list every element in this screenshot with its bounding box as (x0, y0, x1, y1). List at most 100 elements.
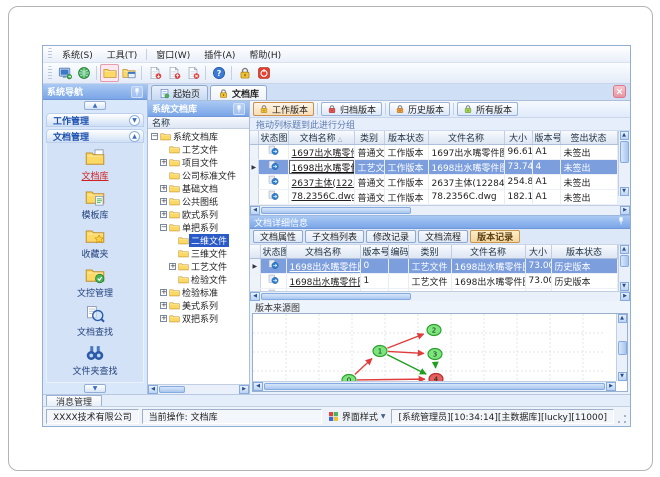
scroll-right-icon[interactable]: ▶ (620, 292, 630, 301)
scroll-down-icon[interactable]: ▼ (617, 372, 627, 381)
menu-item[interactable]: 系统(S) (55, 46, 100, 63)
message-manager-tab[interactable]: 消息管理 (46, 395, 103, 408)
cell-category[interactable]: 工艺文件 (354, 159, 385, 175)
cell-file[interactable]: 1698出水嘴零件图.dwg (428, 159, 505, 175)
version-filter-button[interactable]: 工作版本 (253, 102, 315, 116)
cell-size[interactable]: 73.74KB (504, 159, 533, 175)
column-header[interactable]: 文件名称 (451, 245, 526, 259)
tree-node[interactable]: + 工艺文件 (148, 260, 249, 273)
cell-version_state[interactable]: 工作版本 (384, 159, 429, 175)
expand-icon[interactable]: + (160, 198, 167, 205)
column-header[interactable]: 状态图 (260, 245, 287, 259)
tab-start-page[interactable]: 起始页 (151, 85, 209, 100)
cell-version[interactable]: A1 (532, 144, 561, 160)
tree-node[interactable]: − 单把系列 (148, 221, 249, 234)
version-filter-button[interactable]: 所有版本 (457, 102, 519, 116)
column-header[interactable]: 大小 (504, 131, 533, 145)
detail-tab[interactable]: 修改记录 (366, 230, 417, 243)
cell-code[interactable] (388, 273, 409, 289)
status-cell[interactable] (258, 159, 289, 175)
resize-grip[interactable] (617, 414, 627, 424)
detail-tab[interactable]: 版本记录 (470, 230, 521, 243)
table-row[interactable]: 1698出水嘴零件图.dwg1工艺文件1698出水嘴零件图.dwg73.00KB… (250, 273, 618, 289)
sidebar-item[interactable]: 文档查找 (77, 304, 113, 338)
scroll-thumb[interactable] (261, 293, 411, 300)
column-header[interactable]: 状态图 (258, 131, 289, 145)
status-cell[interactable] (260, 273, 287, 289)
tree-column-header[interactable]: 名称 (148, 117, 249, 129)
tree-node[interactable]: + 检验标准 (148, 286, 249, 299)
column-header[interactable]: 版本状态 (384, 131, 429, 145)
cell-version[interactable]: 4 (532, 159, 561, 175)
scroll-right-icon[interactable]: ▶ (239, 385, 249, 394)
tree-node[interactable]: 检验文件 (148, 273, 249, 286)
menu-grip[interactable] (48, 48, 52, 60)
expand-icon[interactable]: + (160, 159, 167, 166)
menu-item[interactable]: 插件(A) (197, 46, 242, 63)
version-node[interactable]: 2 (426, 323, 442, 337)
detail-tab[interactable]: 子文档列表 (305, 230, 365, 243)
tree-node[interactable]: + 项目文件 (148, 156, 249, 169)
cell-name[interactable]: 1697出水嘴零件图.dwg (288, 144, 355, 160)
tree-node[interactable]: 二维文件 (148, 234, 249, 247)
column-header[interactable]: 版本状态 (551, 245, 618, 259)
cell-name[interactable]: 78.2356C.dwg (288, 189, 355, 205)
column-header[interactable]: 大小 (525, 245, 552, 259)
close-icon[interactable] (613, 85, 626, 98)
sidebar-item[interactable]: 模板库 (81, 187, 109, 221)
scroll-down-icon[interactable]: ▼ (619, 282, 629, 291)
scroll-right-icon[interactable]: ▶ (620, 206, 630, 215)
cell-category[interactable]: 工艺文件 (408, 258, 452, 274)
scroll-thumb[interactable] (619, 141, 629, 163)
cell-version[interactable]: A1 (532, 174, 561, 190)
cell-size[interactable]: 182.15KB (504, 189, 533, 205)
cell-size[interactable]: 96.61KB (504, 144, 533, 160)
scroll-thumb[interactable] (261, 207, 411, 214)
cell-name[interactable]: 1698出水嘴零件图.dwg (286, 273, 361, 289)
collapse-icon[interactable]: − (151, 133, 158, 140)
column-header[interactable]: 文档名称 (286, 245, 361, 259)
tree-node[interactable]: 工艺文件 (148, 143, 249, 156)
sidebar-group-work[interactable]: 工作管理 ▼ (46, 113, 144, 127)
status-cell[interactable] (258, 189, 289, 205)
expand-icon[interactable]: + (160, 185, 167, 192)
cell-state[interactable]: 历史版本 (551, 258, 618, 274)
cell-name[interactable]: 1698出水嘴零件图.dwg (288, 159, 355, 175)
cell-version[interactable]: 1 (360, 273, 389, 289)
interface-style-dropdown[interactable]: 界面样式 ▼ (325, 409, 389, 424)
scroll-thumb[interactable] (264, 383, 605, 390)
cell-category[interactable]: 普通文档 (354, 174, 385, 190)
pin-icon[interactable] (131, 85, 143, 98)
cell-checkout[interactable]: 未签出 (560, 189, 618, 205)
column-header[interactable]: 版本号 (360, 245, 389, 259)
scroll-left-icon[interactable]: ◀ (253, 382, 263, 391)
scroll-down-icon[interactable]: ▼ (619, 187, 629, 196)
cell-code[interactable] (388, 258, 409, 274)
sidebar-item[interactable]: 文档库 (81, 148, 109, 182)
scroll-up-icon[interactable]: ▲ (619, 245, 629, 254)
column-header[interactable]: 类别 (408, 245, 452, 259)
document-checkin-button[interactable] (164, 64, 183, 82)
toolbar-grip[interactable] (48, 66, 52, 80)
tree-node[interactable]: 三维文件 (148, 247, 249, 260)
sidebar-item[interactable]: 文件夹查找 (72, 343, 118, 377)
status-cell[interactable] (258, 144, 289, 160)
status-cell[interactable] (258, 174, 289, 190)
table-row[interactable]: ▶1698出水嘴零件图.dwg0工艺文件1698出水嘴零件图.dwg73.00K… (250, 258, 618, 274)
column-header[interactable]: 版本号 (532, 131, 561, 145)
expand-icon[interactable]: + (160, 289, 167, 296)
column-header[interactable]: 文档名称 △ (288, 131, 355, 145)
folder-open-button[interactable] (100, 64, 119, 82)
column-header[interactable]: 签出状态 (560, 131, 618, 145)
pin-icon[interactable] (233, 102, 245, 115)
tab-document-library[interactable]: 文档库 (210, 85, 268, 100)
scroll-up-icon[interactable]: ▲ (617, 314, 627, 323)
folder-view-button[interactable] (119, 64, 138, 82)
scroll-thumb[interactable] (617, 341, 627, 355)
column-header[interactable]: 编码 (388, 245, 409, 259)
tree-node[interactable]: − 系统文档库 (148, 130, 249, 143)
exit-button[interactable] (254, 64, 273, 82)
scroll-left-icon[interactable]: ◀ (148, 385, 158, 394)
cell-version[interactable]: 0 (360, 258, 389, 274)
table-row[interactable]: 78.2356C.dwg普通文档工作版本78.2356C.dwg182.15KB… (250, 189, 618, 205)
